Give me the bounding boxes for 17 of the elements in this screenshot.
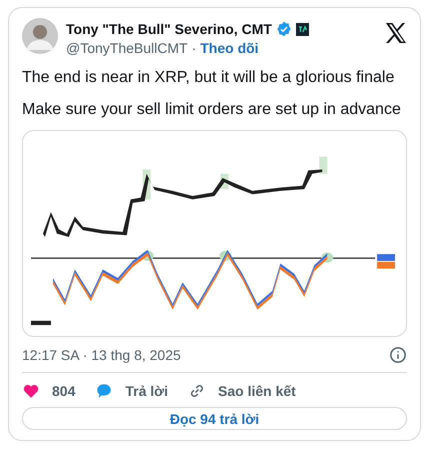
- author-handle[interactable]: @TonyTheBullCMT: [66, 40, 188, 56]
- post-text: The end is near in XRP, but it will be a glorious finale: [22, 68, 396, 88]
- read-replies-button[interactable]: Đọc 94 trả lời: [22, 407, 407, 430]
- action-label[interactable]: Sao liên kết: [218, 383, 296, 400]
- speech-bubble-icon[interactable]: [95, 382, 114, 400]
- author-name[interactable]: Tony "The Bull" Severino, CMT: [66, 21, 272, 37]
- post-text: Make sure your sell limit orders are set up in advance: [22, 100, 402, 120]
- affiliate-badge-icon: [296, 22, 309, 36]
- separator-dot: ·: [192, 40, 196, 56]
- action-label[interactable]: Trả lời: [125, 383, 168, 400]
- timestamp[interactable]: 12:17 SA · 13 thg 8, 2025: [22, 347, 181, 364]
- action-label[interactable]: 804: [52, 383, 76, 400]
- follow-link[interactable]: Theo dõi: [200, 40, 259, 56]
- x-logo-icon[interactable]: [385, 23, 407, 43]
- heart-icon[interactable]: [22, 382, 40, 400]
- avatar[interactable]: [22, 18, 58, 54]
- info-icon[interactable]: [389, 346, 407, 364]
